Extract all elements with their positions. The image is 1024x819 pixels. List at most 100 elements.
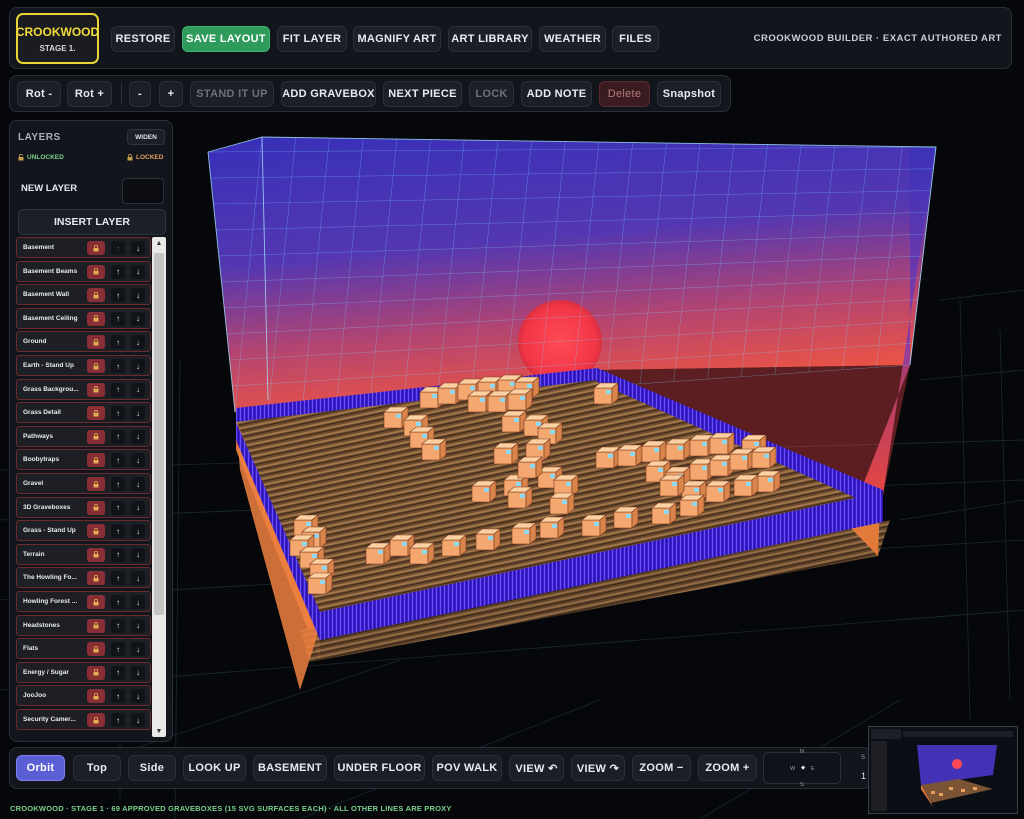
move-down-icon[interactable]: ↓ — [131, 288, 145, 303]
move-up-icon[interactable]: ↑ — [111, 288, 125, 303]
rotate-plus-button[interactable]: Rot + — [67, 81, 112, 107]
move-down-icon[interactable]: ↓ — [131, 359, 145, 373]
layer-scrollbar[interactable]: ▲ ▼ — [152, 237, 166, 737]
zoom-in-button[interactable]: ZOOM + — [698, 755, 757, 781]
layer-row[interactable]: The Howling Fo... ↑ ↓ — [16, 567, 151, 589]
move-up-icon[interactable]: ↑ — [111, 477, 125, 491]
move-up-icon[interactable]: ↑ — [111, 547, 125, 562]
layer-row[interactable]: Earth - Stand Up ↑ ↓ — [16, 355, 151, 376]
view-rotate-right-button[interactable]: VIEW ↷ — [571, 755, 625, 781]
lock-toggle-icon[interactable] — [87, 311, 105, 326]
layer-row[interactable]: Grass - Stand Up ↑ ↓ — [16, 520, 151, 542]
lock-toggle-icon[interactable] — [87, 618, 105, 633]
move-up-icon[interactable]: ↑ — [111, 335, 125, 350]
layer-row[interactable]: Pathways ↑ ↓ — [16, 425, 151, 447]
move-down-icon[interactable]: ↓ — [131, 406, 145, 421]
widen-button[interactable]: WIDEN — [127, 129, 165, 145]
magnify-art-button[interactable]: MAGNIFY ART — [353, 26, 441, 52]
move-up-icon[interactable]: ↑ — [111, 241, 125, 255]
orbit-button[interactable]: Orbit — [16, 755, 65, 781]
move-down-icon[interactable]: ↓ — [131, 713, 145, 727]
move-down-icon[interactable]: ↓ — [131, 571, 145, 586]
lock-toggle-icon[interactable] — [87, 406, 105, 421]
rotate-minus-button[interactable]: Rot - — [17, 81, 61, 107]
move-up-icon[interactable]: ↑ — [111, 713, 125, 727]
move-up-icon[interactable]: ↑ — [111, 359, 125, 373]
next-piece-button[interactable]: NEXT PIECE — [383, 81, 462, 107]
move-up-icon[interactable]: ↑ — [111, 689, 125, 704]
save-layout-button[interactable]: SAVE LAYOUT — [182, 26, 270, 52]
add-note-button[interactable]: ADD NOTE — [521, 81, 592, 107]
move-down-icon[interactable]: ↓ — [131, 241, 145, 255]
scroll-thumb[interactable] — [154, 253, 164, 615]
layer-row[interactable]: Basement Beams ↑ ↓ — [16, 260, 151, 282]
lock-toggle-icon[interactable] — [87, 524, 105, 539]
move-up-icon[interactable]: ↑ — [111, 642, 125, 657]
layer-row[interactable]: Basement ↑ ↓ — [16, 237, 151, 258]
top-view-button[interactable]: Top — [73, 755, 121, 781]
move-up-icon[interactable]: ↑ — [111, 453, 125, 468]
layer-row[interactable]: Gravel ↑ ↓ — [16, 473, 151, 494]
files-button[interactable]: FILES — [612, 26, 659, 52]
layer-row[interactable]: Howling Forest ... ↑ ↓ — [16, 591, 151, 612]
pov-walk-button[interactable]: POV WALK — [432, 755, 502, 781]
layer-row[interactable]: Security Camer... ↑ ↓ — [16, 709, 151, 730]
move-up-icon[interactable]: ↑ — [111, 264, 125, 279]
snapshot-button[interactable]: Snapshot — [657, 81, 721, 107]
move-up-icon[interactable]: ↑ — [111, 524, 125, 539]
lock-toggle-icon[interactable] — [87, 477, 105, 491]
layer-row[interactable]: Boobytraps ↑ ↓ — [16, 449, 151, 471]
scroll-down-icon[interactable]: ▼ — [152, 725, 166, 737]
lock-toggle-icon[interactable] — [87, 335, 105, 350]
side-view-button[interactable]: Side — [128, 755, 176, 781]
layer-row[interactable]: JooJoo ↑ ↓ — [16, 685, 151, 707]
new-layer-input[interactable] — [122, 178, 164, 204]
layer-row[interactable]: Grass Detail ↑ ↓ — [16, 402, 151, 424]
lock-toggle-icon[interactable] — [87, 595, 105, 609]
lock-toggle-icon[interactable] — [87, 241, 105, 255]
scale-up-button[interactable]: + — [159, 81, 183, 107]
lock-toggle-icon[interactable] — [87, 689, 105, 704]
move-down-icon[interactable]: ↓ — [131, 311, 145, 326]
lock-button[interactable]: LOCK — [469, 81, 514, 107]
lock-toggle-icon[interactable] — [87, 500, 105, 515]
move-up-icon[interactable]: ↑ — [111, 500, 125, 515]
lock-toggle-icon[interactable] — [87, 264, 105, 279]
move-up-icon[interactable]: ↑ — [111, 311, 125, 326]
layer-row[interactable]: 3D Graveboxes ↑ ↓ — [16, 496, 151, 518]
stage-logo[interactable]: CROOKWOOD STAGE 1. — [16, 13, 99, 64]
move-down-icon[interactable]: ↓ — [131, 665, 145, 680]
move-down-icon[interactable]: ↓ — [131, 264, 145, 279]
move-down-icon[interactable]: ↓ — [131, 429, 145, 444]
move-up-icon[interactable]: ↑ — [111, 571, 125, 586]
move-down-icon[interactable]: ↓ — [131, 524, 145, 539]
under-floor-button[interactable]: UNDER FLOOR — [334, 755, 425, 781]
move-down-icon[interactable]: ↓ — [131, 618, 145, 633]
layer-row[interactable]: Terrain ↑ ↓ — [16, 543, 151, 565]
layer-row[interactable]: Headstones ↑ ↓ — [16, 614, 151, 636]
move-down-icon[interactable]: ↓ — [131, 689, 145, 704]
add-gravebox-button[interactable]: ADD GRAVEBOX — [281, 81, 376, 107]
lock-toggle-icon[interactable] — [87, 429, 105, 444]
move-down-icon[interactable]: ↓ — [131, 547, 145, 562]
lock-toggle-icon[interactable] — [87, 571, 105, 586]
move-down-icon[interactable]: ↓ — [131, 453, 145, 468]
move-up-icon[interactable]: ↑ — [111, 618, 125, 633]
basement-button[interactable]: BASEMENT — [253, 755, 327, 781]
layer-row[interactable]: Grass Backgrou... ↑ ↓ — [16, 378, 151, 400]
layer-row[interactable]: Energy / Sugar ↑ ↓ — [16, 661, 151, 683]
look-up-button[interactable]: LOOK UP — [183, 755, 246, 781]
scale-down-button[interactable]: - — [129, 81, 151, 107]
zoom-out-button[interactable]: ZOOM − — [632, 755, 691, 781]
compass-widget[interactable]: N W ◆ E S — [763, 749, 841, 788]
move-up-icon[interactable]: ↑ — [111, 382, 125, 397]
lock-toggle-icon[interactable] — [87, 547, 105, 562]
move-up-icon[interactable]: ↑ — [111, 595, 125, 609]
fit-layer-button[interactable]: FIT LAYER — [277, 26, 347, 52]
lock-toggle-icon[interactable] — [87, 359, 105, 373]
restore-button[interactable]: RESTORE — [111, 26, 175, 52]
lock-toggle-icon[interactable] — [87, 288, 105, 303]
lock-toggle-icon[interactable] — [87, 453, 105, 468]
lock-toggle-icon[interactable] — [87, 713, 105, 727]
view-rotate-left-button[interactable]: VIEW ↶ — [509, 755, 564, 781]
